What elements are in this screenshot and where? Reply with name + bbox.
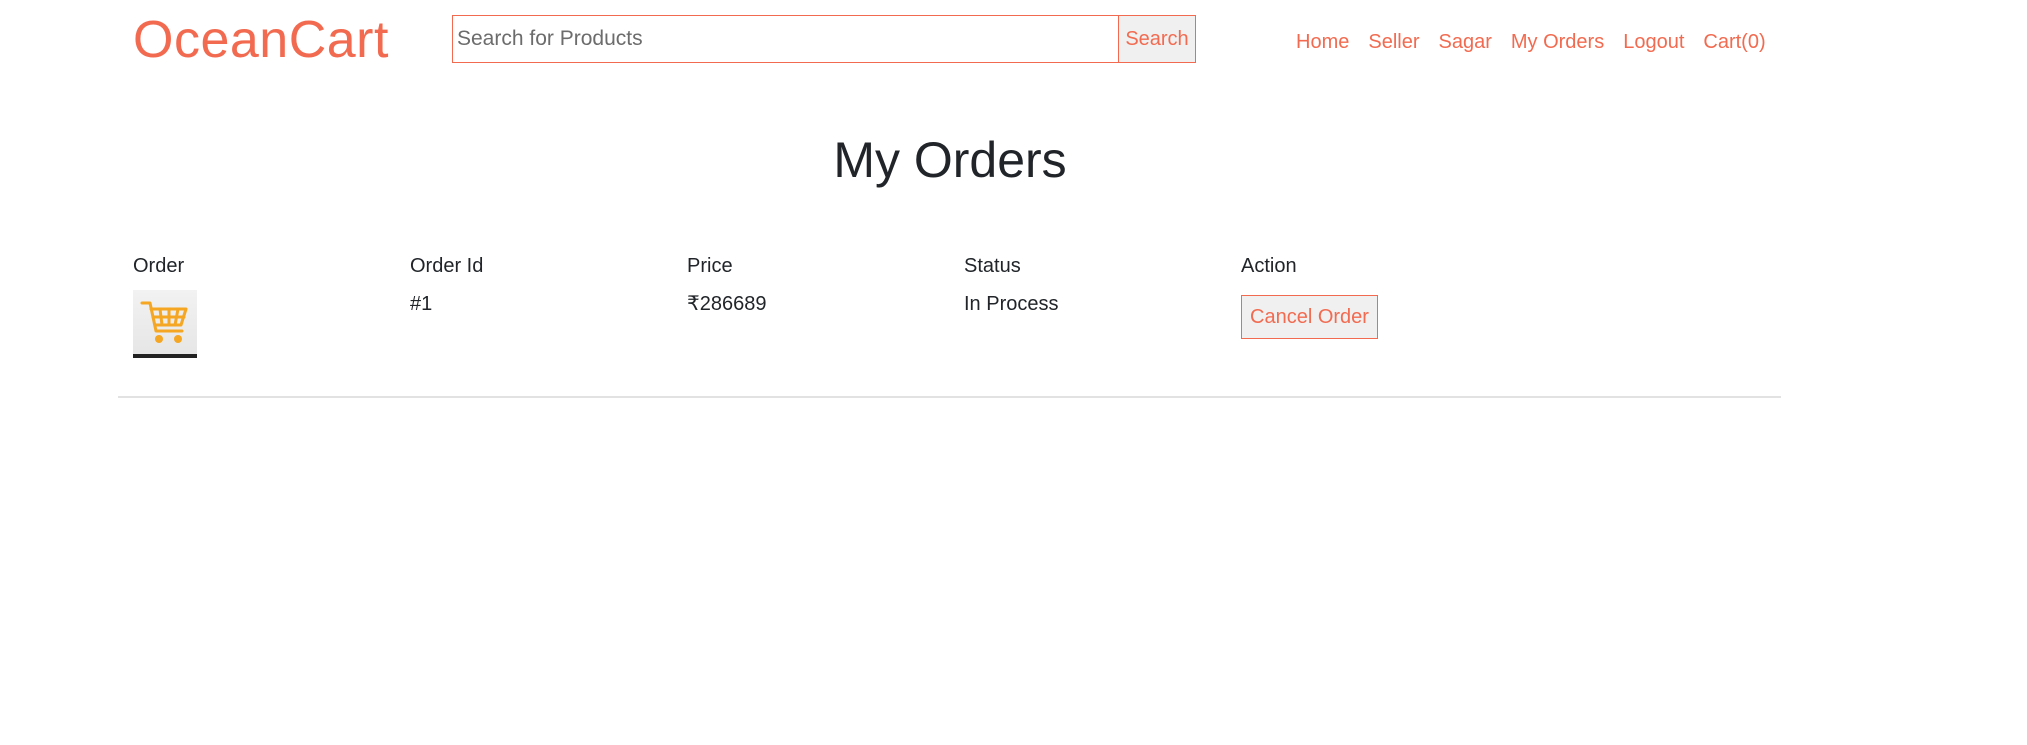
nav-home[interactable]: Home xyxy=(1296,28,1349,56)
order-id-cell: #1 xyxy=(410,293,433,315)
header-action: Action xyxy=(1241,255,1297,277)
nav-my-orders[interactable]: My Orders xyxy=(1511,28,1604,56)
shopping-cart-icon xyxy=(140,301,188,343)
search-button[interactable]: Search xyxy=(1118,15,1196,63)
order-image-cell xyxy=(133,290,410,396)
nav-user[interactable]: Sagar xyxy=(1439,28,1492,56)
site-logo[interactable]: OceanCart xyxy=(133,8,389,72)
search-input[interactable] xyxy=(452,15,1118,63)
cancel-order-button[interactable]: Cancel Order xyxy=(1241,295,1378,339)
price-cell: ₹286689 xyxy=(687,293,767,315)
page-title: My Orders xyxy=(833,132,1067,188)
order-thumbnail xyxy=(133,290,197,358)
page: OceanCart Search Home Seller Sagar My Or… xyxy=(0,0,2027,745)
nav-logout[interactable]: Logout xyxy=(1623,28,1684,56)
table-row: #1 ₹286689 In Process Cancel Order xyxy=(118,288,1781,398)
table-header: Order Order Id Price Status Action xyxy=(118,252,1781,288)
header-order-id: Order Id xyxy=(410,255,484,277)
status-cell: In Process xyxy=(964,293,1059,315)
search-form: Search xyxy=(452,15,1196,63)
header-order: Order xyxy=(133,255,185,277)
nav-seller[interactable]: Seller xyxy=(1368,28,1419,56)
main-nav: Home Seller Sagar My Orders Logout Cart(… xyxy=(1296,28,1785,56)
action-cell: Cancel Order xyxy=(1241,290,1518,396)
header-price: Price xyxy=(687,255,733,277)
header-status: Status xyxy=(964,255,1021,277)
orders-table: Order Order Id Price Status Action #1 ₹2… xyxy=(118,252,1781,398)
nav-cart[interactable]: Cart(0) xyxy=(1703,28,1765,56)
